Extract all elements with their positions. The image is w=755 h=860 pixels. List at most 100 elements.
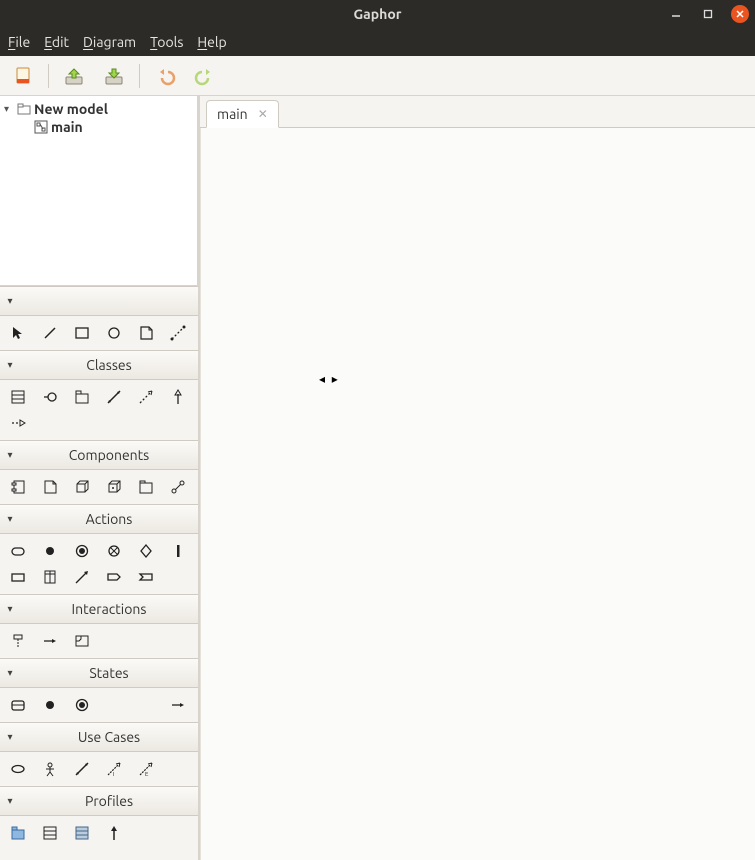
palette-header-profiles[interactable]: ▾ Profiles bbox=[0, 786, 198, 816]
usecase-tool[interactable] bbox=[2, 756, 34, 782]
tree-diagram-row[interactable]: main bbox=[2, 118, 195, 136]
lifeline-tool[interactable] bbox=[2, 628, 34, 654]
final-state-tool[interactable] bbox=[66, 692, 98, 718]
actor-tool[interactable] bbox=[34, 756, 66, 782]
node-tool[interactable] bbox=[66, 474, 98, 500]
palette-header-label: Use Cases bbox=[20, 729, 198, 745]
expander-icon[interactable]: ▾ bbox=[4, 103, 14, 115]
accept-event-tool[interactable] bbox=[130, 564, 162, 590]
tree-root-label: New model bbox=[34, 101, 108, 117]
palette-section-interactions bbox=[0, 624, 198, 658]
menu-file[interactable]: File bbox=[8, 34, 30, 50]
transition-tool[interactable] bbox=[162, 692, 194, 718]
flow-tool[interactable] bbox=[66, 564, 98, 590]
main-area: ▾ New model main ▾ bbox=[0, 96, 755, 860]
stereotype-tool[interactable] bbox=[66, 820, 98, 846]
line-tool[interactable] bbox=[34, 320, 66, 346]
generalization-tool[interactable] bbox=[162, 384, 194, 410]
undo-button[interactable] bbox=[148, 61, 182, 91]
palette-section-actions bbox=[0, 534, 198, 594]
include-tool[interactable]: I bbox=[98, 756, 130, 782]
chevron-down-icon: ▾ bbox=[0, 603, 20, 615]
model-tree[interactable]: ▾ New model main bbox=[0, 96, 198, 286]
window-title: Gaphor bbox=[0, 6, 755, 22]
chevron-down-icon: ▾ bbox=[0, 295, 20, 307]
redo-button[interactable] bbox=[188, 61, 222, 91]
flow-final-tool[interactable] bbox=[98, 538, 130, 564]
comment-tool[interactable] bbox=[130, 320, 162, 346]
palette-header-label: Actions bbox=[20, 511, 198, 527]
interface-tool[interactable] bbox=[34, 384, 66, 410]
palette-header-components[interactable]: ▾ Components bbox=[0, 440, 198, 470]
initial-node-tool[interactable] bbox=[34, 538, 66, 564]
palette-header-label: Components bbox=[20, 447, 198, 463]
action-tool[interactable] bbox=[2, 538, 34, 564]
menu-edit[interactable]: Edit bbox=[44, 34, 69, 50]
open-button[interactable] bbox=[57, 61, 91, 91]
object-node-tool[interactable] bbox=[2, 564, 34, 590]
palette-header-usecases[interactable]: ▾ Use Cases bbox=[0, 722, 198, 752]
editor-area: main ✕ ◂ ▸ bbox=[200, 96, 755, 860]
device-tool[interactable] bbox=[98, 474, 130, 500]
new-button[interactable] bbox=[6, 61, 40, 91]
palette-header-label: Profiles bbox=[20, 793, 198, 809]
tab-main[interactable]: main ✕ bbox=[206, 100, 279, 128]
diagram-canvas[interactable]: ◂ ▸ bbox=[200, 128, 755, 860]
palette-section-classes bbox=[0, 380, 198, 440]
extension-tool[interactable] bbox=[98, 820, 130, 846]
implementation-tool[interactable] bbox=[2, 410, 34, 436]
subsystem-tool[interactable] bbox=[130, 474, 162, 500]
final-node-tool[interactable] bbox=[66, 538, 98, 564]
palette-header-states[interactable]: ▾ States bbox=[0, 658, 198, 688]
maximize-button[interactable] bbox=[699, 5, 717, 23]
comment-line-tool[interactable] bbox=[162, 320, 194, 346]
chevron-down-icon: ▾ bbox=[0, 449, 20, 461]
initial-state-tool[interactable] bbox=[34, 692, 66, 718]
palette-header-actions[interactable]: ▾ Actions bbox=[0, 504, 198, 534]
component-tool[interactable] bbox=[2, 474, 34, 500]
palette-section-profiles bbox=[0, 816, 198, 850]
sidebar: ▾ New model main ▾ bbox=[0, 96, 200, 860]
class-tool[interactable] bbox=[2, 384, 34, 410]
menu-diagram[interactable]: Diagram bbox=[83, 34, 136, 50]
save-button[interactable] bbox=[97, 61, 131, 91]
extend-tool[interactable]: E bbox=[130, 756, 162, 782]
send-signal-tool[interactable] bbox=[98, 564, 130, 590]
tree-root-row[interactable]: ▾ New model bbox=[2, 100, 195, 118]
decision-node-tool[interactable] bbox=[130, 538, 162, 564]
palette-header-label: States bbox=[20, 665, 198, 681]
message-tool[interactable] bbox=[34, 628, 66, 654]
state-tool[interactable] bbox=[2, 692, 34, 718]
interaction-tool[interactable] bbox=[66, 628, 98, 654]
canvas-cursor-icon: ◂ ▸ bbox=[319, 372, 340, 386]
artifact-tool[interactable] bbox=[34, 474, 66, 500]
metaclass-tool[interactable] bbox=[34, 820, 66, 846]
tabbar: main ✕ bbox=[200, 96, 755, 128]
palette-section-usecases: I E bbox=[0, 752, 198, 786]
minimize-button[interactable] bbox=[667, 5, 685, 23]
tree-diagram-label: main bbox=[51, 119, 83, 135]
menu-tools[interactable]: Tools bbox=[150, 34, 183, 50]
palette-header-general[interactable]: ▾ bbox=[0, 286, 198, 316]
menu-help[interactable]: Help bbox=[197, 34, 226, 50]
connector-tool[interactable] bbox=[162, 474, 194, 500]
tab-close-icon[interactable]: ✕ bbox=[258, 107, 268, 121]
profile-tool[interactable] bbox=[2, 820, 34, 846]
dependency-tool[interactable] bbox=[130, 384, 162, 410]
palette-section-states bbox=[0, 688, 198, 722]
ellipse-tool[interactable] bbox=[98, 320, 130, 346]
fork-node-tool[interactable] bbox=[162, 538, 194, 564]
tool-palette: ▾ ▾ Classes bbox=[0, 286, 198, 860]
association-tool[interactable] bbox=[98, 384, 130, 410]
package-tool[interactable] bbox=[66, 384, 98, 410]
palette-header-interactions[interactable]: ▾ Interactions bbox=[0, 594, 198, 624]
partition-tool[interactable] bbox=[34, 564, 66, 590]
usecase-association-tool[interactable] bbox=[66, 756, 98, 782]
box-tool[interactable] bbox=[66, 320, 98, 346]
close-button[interactable] bbox=[731, 5, 749, 23]
toolbar bbox=[0, 56, 755, 96]
window-controls bbox=[667, 5, 749, 23]
chevron-down-icon: ▾ bbox=[0, 359, 20, 371]
pointer-tool[interactable] bbox=[2, 320, 34, 346]
palette-header-classes[interactable]: ▾ Classes bbox=[0, 350, 198, 380]
